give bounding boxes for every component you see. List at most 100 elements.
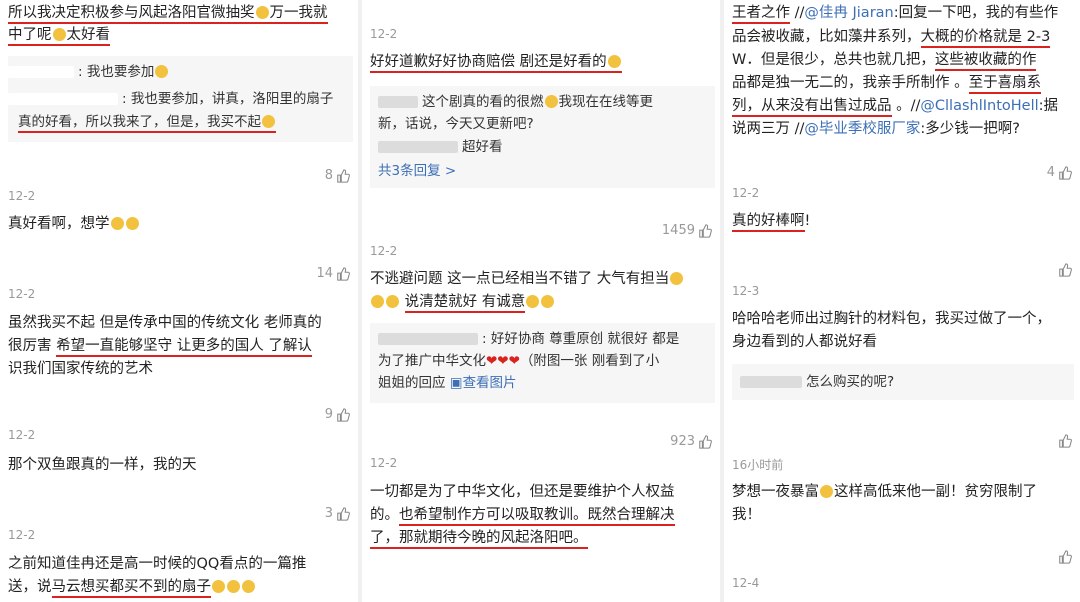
comment-text: 之前知道佳冉还是高一时候的QQ看点的一篇推 [8,556,307,572]
like-button[interactable] [1058,263,1072,277]
like-button[interactable] [1058,434,1072,448]
image-icon: ▣ [449,375,463,391]
comment-text: 好好道歉好好协商赔偿 剧还是好看的 [370,51,622,74]
emoji-icon [52,28,66,41]
comment-text: 说清楚就好 有诚意 [370,291,555,314]
comment-date: 12-3 [732,284,760,298]
comment-text: 所以我决定积极参与风起洛阳官微抽奖 万一我就 [8,2,328,25]
comment-date: 12-2 [8,528,36,542]
like-count: 8 [324,168,333,183]
reply-box: 这个剧真的看的很燃 我现在在线等更 新，话说，今天又更新吧? 超好看 共3条回复 … [370,86,715,188]
masked-username [8,66,74,78]
reply-box: : 好好协商 尊重原创 就很好 都是 为了推广中华文化❤❤❤（附图一张 刚看到了… [370,323,715,403]
comment-text: 哈哈哈老师出过胸针的材料包，我买过做了一个， [732,311,1051,327]
emoji-icon [125,217,139,230]
masked-username [378,333,478,345]
comment-date: 12-2 [370,456,398,470]
masked-username [8,93,118,105]
emoji-icon [255,6,269,19]
mention-link[interactable]: @佳冉 Jiaran [804,5,893,21]
comment-text: 的。也希望制作方可以吸取教训。既然合理解决 [370,504,675,527]
comment-text: 说两三万 //@毕业季校服厂家:多少钱一把啊? [732,121,1020,137]
comment-column-2: 12-2 好好道歉好好协商赔偿 剧还是好看的 这个剧真的看的很燃 我现在在线等更 … [362,0,720,602]
emoji-icon [544,95,558,108]
comment-text: 品都是独一无二的，我亲手所制作 。至于喜扇系 [732,72,1042,95]
comment-text: 很厉害 希望一直能够坚守 让更多的国人 了解认 [8,335,312,358]
comment-date: 12-2 [370,244,398,258]
thumbs-up-icon [1059,434,1072,448]
emoji-icon [155,65,169,78]
comment-text: 王者之作 //@佳冉 Jiaran:回复一下吧，我的有些作 [732,2,1058,25]
comment-text: 一切都是为了中华文化，但还是要维护个人权益 [370,484,675,500]
thumbs-up-icon [1059,263,1072,277]
like-button[interactable] [1058,550,1072,564]
comment-text: 我！ [732,507,761,523]
comment-column-3: 王者之作 //@佳冉 Jiaran:回复一下吧，我的有些作 品会被收藏，比如藻井… [724,0,1080,602]
comment-date: 16小时前 [732,458,784,472]
emoji-icon [526,295,540,308]
reply-item[interactable]: 怎么购买的呢? [740,372,894,393]
like-button[interactable]: 3 [325,506,350,521]
comment-column-1: 所以我决定积极参与风起洛阳官微抽奖 万一我就 中了呢 太好看 : 我也要参加 : 我… [0,0,358,602]
more-replies-link[interactable]: 共3条回复 > [378,161,456,182]
like-button[interactable]: 923 [670,434,712,449]
emoji-icon [820,485,833,498]
view-image-link[interactable]: ▣查看图片 [450,375,517,391]
like-button[interactable]: 9 [325,407,350,422]
comment-text: 真的好棒啊! [732,210,810,233]
comment-text: 识我们国家传统的艺术 [8,361,153,377]
comment-text: 列，从来没有出售过成品 。//@CllashlIntoHell:据 [732,95,1058,118]
mention-link[interactable]: @CllashlIntoHell [920,98,1038,114]
reply-item[interactable]: : 好好协商 尊重原创 就很好 都是 [378,329,679,350]
heart-icon: ❤❤❤ [486,353,520,369]
like-count: 9 [324,407,333,422]
comment-text: 虽然我买不起 但是传承中国的传统文化 老师真的 [8,315,322,331]
comment-text: 不逃避问题 这一点已经相当不错了 大气有担当 [370,268,684,291]
like-button[interactable]: 8 [325,168,350,183]
emoji-icon [242,580,255,593]
thumbs-up-icon [337,168,350,183]
thumbs-up-icon [337,407,350,422]
comment-text: 送，说马云想买都买不到的扇子 [8,576,256,599]
emoji-icon [110,217,124,230]
mention-link[interactable]: @毕业季校服厂家 [804,121,920,137]
emoji-icon [227,580,240,593]
reply-item: 姐姐的回应 ▣查看图片 [378,375,517,391]
emoji-icon [607,55,621,68]
emoji-icon [386,295,399,308]
comment-date: 12-4 [732,576,760,590]
thumbs-up-icon [1059,165,1072,180]
comment-text: 梦想一夜暴富 这样高低来他一副！贫穷限制了 [732,484,1037,500]
comment-date: 12-2 [732,186,760,200]
emoji-icon [212,580,225,593]
like-count: 14 [316,266,333,281]
like-count: 1459 [661,223,695,238]
like-button[interactable]: 1459 [662,223,712,238]
like-button[interactable]: 14 [316,266,350,281]
comment-text: 品会被收藏，比如藻井系列，大概的价格就是 2-3 [732,26,1051,49]
comment-text: 真好看啊，想学 [8,213,140,236]
reply-box: : 我也要参加 : 我也要参加，讲真，洛阳里的扇子 真的好看，所以我来了，但是，… [8,56,353,142]
comment-date: 12-2 [370,27,398,41]
emoji-icon [670,272,684,285]
masked-username [378,141,458,153]
reply-item: 真的好看，所以我来了，但是，我买不起 [18,112,276,133]
reply-item: 新，话说，今天又更新吧? [378,116,534,132]
like-button[interactable]: 4 [1047,165,1072,180]
like-count: 3 [324,506,333,521]
thumbs-up-icon [699,434,712,449]
comment-text: 身边看到的人都说好看 [732,334,877,350]
emoji-icon [371,295,384,308]
reply-item[interactable]: 这个剧真的看的很燃 我现在在线等更 [378,92,653,113]
comment-text: W．但是很少，总共也就几把，这些被收藏的作 [732,49,1037,72]
reply-item[interactable]: 超好看 [378,137,503,158]
thumbs-up-icon [337,506,350,521]
comment-date: 12-2 [8,428,36,442]
reply-item[interactable]: : 我也要参加 [8,62,169,83]
emoji-icon [262,115,275,128]
comment-date: 12-2 [8,287,36,301]
thumbs-up-icon [337,266,350,281]
reply-item[interactable]: : 我也要参加，讲真，洛阳里的扇子 [8,89,333,110]
reply-item: 为了推广中华文化❤❤❤（附图一张 刚看到了小 [378,353,660,369]
comment-text: 那个双鱼跟真的一样，我的天 [8,457,197,473]
